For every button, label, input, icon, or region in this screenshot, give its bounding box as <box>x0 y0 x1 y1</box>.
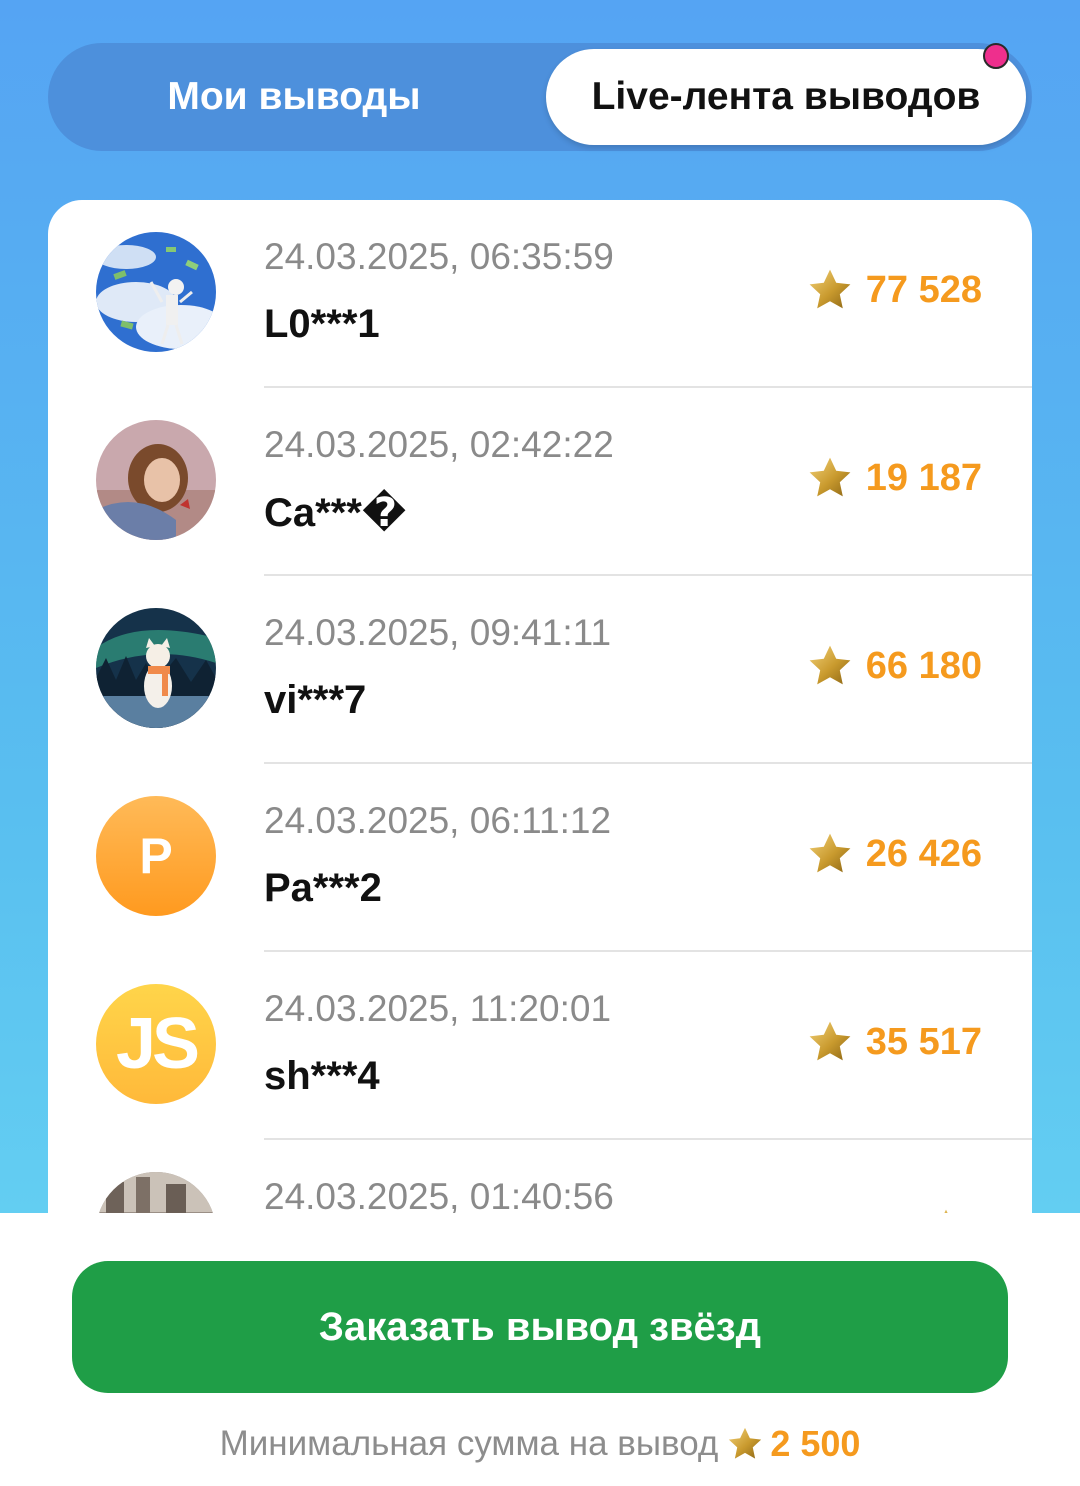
star-icon <box>809 645 851 685</box>
avatar: P <box>96 796 216 916</box>
minimum-withdrawal-note: Минимальная сумма на вывод 2 500 <box>0 1423 1080 1465</box>
star-icon <box>809 457 851 497</box>
user-name: sh***4 <box>264 1054 380 1098</box>
list-item: P 24.03.2025, 06:11:12 Pa***2 26 426 <box>48 764 1032 952</box>
user-name: vi***7 <box>264 678 367 722</box>
list-item: 24.03.2025, 09:41:11 vi***7 66 180 <box>48 576 1032 764</box>
avatar-initial: P <box>139 828 173 884</box>
tab-my-withdrawals[interactable]: Мои выводы <box>48 43 540 151</box>
list-item: 24.03.2025, 06:35:59 L0***1 77 528 <box>48 200 1032 388</box>
avatar: JS <box>96 984 216 1104</box>
tab-live-feed[interactable]: Live-лента выводов <box>546 49 1026 145</box>
user-name: Ca***� <box>264 491 407 535</box>
withdrawal-date: 24.03.2025, 06:35:59 <box>264 236 614 277</box>
star-icon <box>729 1427 762 1459</box>
withdrawal-amount: 19 187 <box>806 454 982 502</box>
withdrawal-date: 24.03.2025, 09:41:11 <box>264 612 612 653</box>
withdrawal-date: 24.03.2025, 06:11:12 <box>264 800 612 841</box>
star-icon <box>809 269 851 309</box>
withdrawal-amount: 77 528 <box>806 266 982 314</box>
amount-value: 19 187 <box>865 456 982 499</box>
star-icon <box>809 833 851 873</box>
user-name: Pa***2 <box>264 866 382 910</box>
user-name: L0***1 <box>264 302 380 346</box>
amount-value: 26 426 <box>865 832 982 875</box>
withdrawal-date: 24.03.2025, 01:40:56 <box>264 1176 614 1217</box>
avatar-initial: JS <box>115 1004 200 1084</box>
avatar <box>96 232 216 352</box>
withdrawal-amount: 35 517 <box>806 1018 982 1066</box>
order-withdrawal-button[interactable]: Заказать вывод звёзд <box>72 1261 1008 1393</box>
withdrawals-tab-switcher: Мои выводы Live-лента выводов <box>48 43 1032 151</box>
withdrawal-amount: 66 180 <box>806 642 982 690</box>
minimum-amount: 2 500 <box>770 1423 861 1464</box>
withdrawal-amount: 26 426 <box>806 830 982 878</box>
avatar <box>96 608 216 728</box>
bottom-panel: Заказать вывод звёзд Минимальная сумма н… <box>0 1213 1080 1486</box>
withdrawal-date: 24.03.2025, 11:20:01 <box>264 988 612 1029</box>
list-item: JS 24.03.2025, 11:20:01 sh***4 35 517 <box>48 952 1032 1140</box>
amount-value: 66 180 <box>865 644 982 687</box>
notification-dot-icon <box>983 43 1009 69</box>
minimum-label: Минимальная сумма на вывод <box>219 1424 719 1463</box>
live-feed-list[interactable]: 24.03.2025, 06:35:59 L0***1 77 528 24.03… <box>48 200 1032 1300</box>
amount-value: 35 517 <box>865 1020 982 1063</box>
amount-value: 77 528 <box>865 268 982 311</box>
withdrawal-date: 24.03.2025, 02:42:22 <box>264 424 614 465</box>
list-item: 24.03.2025, 02:42:22 Ca***� 19 187 <box>48 388 1032 576</box>
star-icon <box>809 1021 851 1061</box>
avatar <box>96 420 216 540</box>
